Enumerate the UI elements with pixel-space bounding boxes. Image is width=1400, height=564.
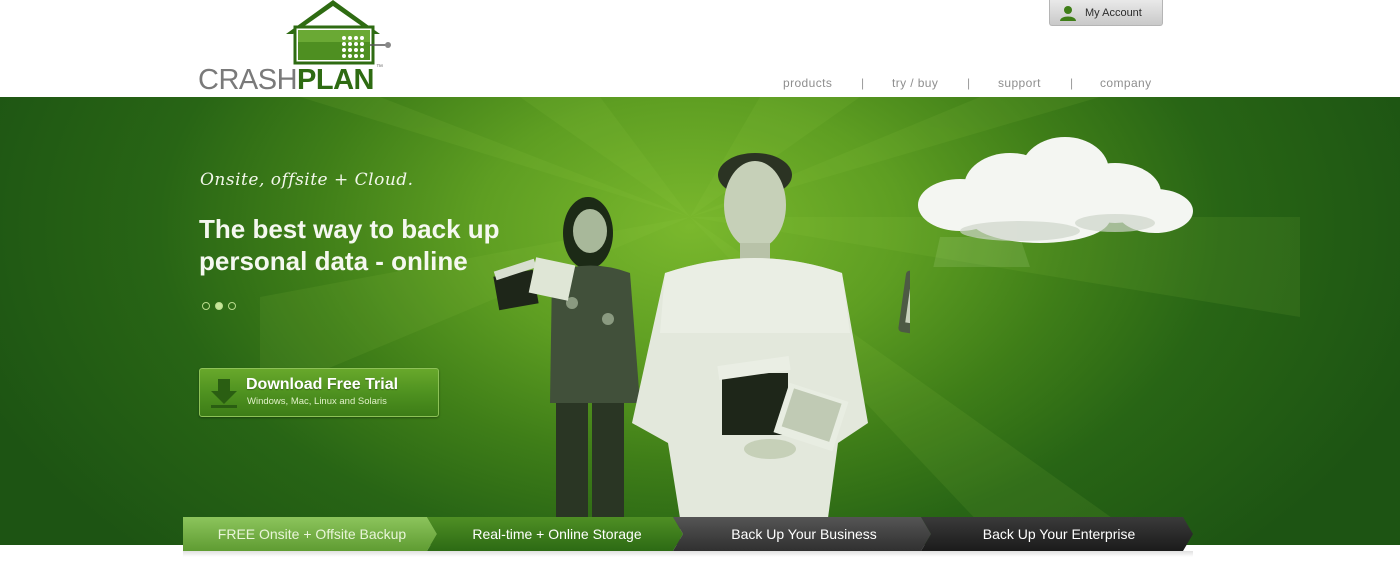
tab-back-up-your-enterprise[interactable]: Back Up Your Enterprise — [921, 517, 1193, 551]
trademark-symbol: ™ — [376, 64, 383, 71]
nav-separator: | — [1070, 76, 1074, 90]
crashplan-logo[interactable]: CRASHPLAN ™ — [198, 0, 398, 97]
nav-link-products[interactable]: products — [783, 76, 832, 90]
nav-link-company[interactable]: company — [1100, 76, 1152, 90]
tabs-shadow — [183, 551, 1193, 557]
nav-separator: | — [967, 76, 971, 90]
cloud-illustration — [918, 137, 1193, 267]
download-button-title: Download Free Trial — [246, 376, 399, 393]
nav-link-try-buy[interactable]: try / buy — [892, 76, 938, 90]
download-arrow-icon — [211, 379, 237, 408]
house-logo-icon — [286, 0, 391, 65]
user-icon — [1060, 5, 1076, 21]
site-header: CRASHPLAN ™ My Account products | try / … — [0, 0, 1400, 97]
logo-wordmark: CRASHPLAN — [198, 64, 374, 97]
logo-text-crash: CRASH — [198, 64, 298, 96]
woman-figure — [493, 197, 640, 543]
feature-tabs: FREE Onsite + Offsite Backup Real-time +… — [183, 517, 1193, 551]
my-account-label: My Account — [1085, 6, 1142, 19]
slide-indicator — [202, 302, 236, 310]
tab-label: Real-time + Online Storage — [472, 526, 642, 542]
slide-dot-1[interactable] — [202, 302, 210, 310]
tab-label: Back Up Your Enterprise — [982, 526, 1136, 542]
nav-link-support[interactable]: support — [998, 76, 1041, 90]
download-button-subtitle: Windows, Mac, Linux and Solaris — [247, 396, 387, 407]
tab-back-up-your-business[interactable]: Back Up Your Business — [673, 517, 931, 551]
man-figure — [632, 153, 910, 545]
tab-label: FREE Onsite + Offsite Backup — [217, 526, 407, 542]
tab-label: Back Up Your Business — [731, 526, 877, 542]
hero-banner: Onsite, offsite + Cloud. The best way to… — [0, 97, 1400, 545]
logo-text-plan: PLAN — [297, 64, 374, 96]
top-navigation: products | try / buy | support | company — [770, 76, 1170, 92]
tab-free-onsite-offsite-backup[interactable]: FREE Onsite + Offsite Backup — [183, 517, 437, 551]
hero-people-illustration — [493, 153, 910, 545]
my-account-button[interactable]: My Account — [1049, 0, 1163, 26]
slide-dot-3[interactable] — [228, 302, 236, 310]
tab-realtime-online-storage[interactable]: Real-time + Online Storage — [427, 517, 683, 551]
slide-dot-2[interactable] — [215, 302, 223, 310]
nav-separator: | — [861, 76, 865, 90]
hero-tagline: Onsite, offsite + Cloud. — [200, 170, 414, 190]
download-free-trial-button[interactable]: Download Free Trial Windows, Mac, Linux … — [199, 368, 439, 417]
